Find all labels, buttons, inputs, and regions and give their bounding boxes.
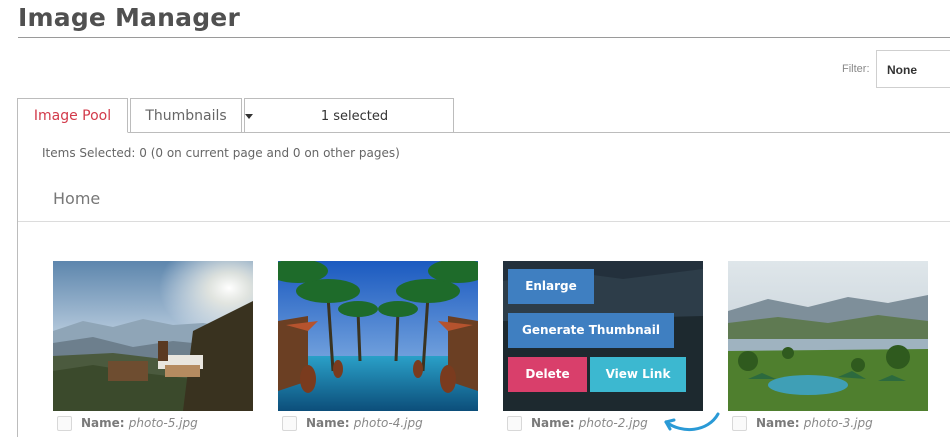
filter-value: None [887,63,917,77]
view-link-button[interactable]: View Link [590,357,686,392]
image-thumbnail[interactable]: Enlarge Generate Thumbnail Delete View L… [503,261,703,411]
image-select-checkbox[interactable] [507,416,522,431]
tab-image-pool-label: Image Pool [33,108,112,124]
image-filename: photo-2.jpg [578,416,648,430]
tab-thumbnails[interactable]: Thumbnails [130,98,242,133]
enlarge-button[interactable]: Enlarge [508,269,594,304]
generate-thumbnail-button[interactable]: Generate Thumbnail [508,313,674,348]
caret-down-icon [245,114,253,119]
filter-select[interactable]: None [876,50,950,88]
curved-arrow-icon [664,412,720,432]
image-card[interactable]: Name: photo-3.jpg [728,261,928,437]
image-filename: photo-5.jpg [128,416,198,430]
items-selected-status: Items Selected: 0 (0 on current page and… [42,146,400,160]
image-select-checkbox[interactable] [282,416,297,431]
page-title: Image Manager [18,3,240,32]
image-card[interactable]: Name: photo-5.jpg [53,261,253,437]
image-thumbnail[interactable] [53,261,253,411]
image-thumbnail[interactable] [728,261,928,411]
filter-label: Filter: [842,63,870,75]
palm-resort-photo [278,261,478,411]
image-name: Name: photo-4.jpg [306,416,423,430]
image-select-checkbox[interactable] [57,416,72,431]
tab-image-pool[interactable]: Image Pool [17,98,128,133]
selection-dropdown[interactable]: 1 selected [244,98,454,133]
mountain-terrace-photo [53,261,253,411]
image-filename: photo-4.jpg [353,416,423,430]
image-thumbnail[interactable] [278,261,478,411]
image-name: Name: photo-5.jpg [81,416,198,430]
tab-thumbnails-label: Thumbnails [145,108,227,124]
image-filename: photo-3.jpg [803,416,873,430]
tab-panel-left-border [17,132,18,437]
title-divider [18,37,950,38]
image-card[interactable]: Name: photo-4.jpg [278,261,478,437]
lake-hills-photo [728,261,928,411]
delete-button[interactable]: Delete [508,357,587,392]
tab-panel-border [128,132,950,133]
breadcrumb-divider [18,221,950,222]
selection-dropdown-value: 1 selected [320,109,389,124]
breadcrumb-home[interactable]: Home [53,189,100,208]
image-select-checkbox[interactable] [732,416,747,431]
image-name: Name: photo-2.jpg [531,416,648,430]
image-name: Name: photo-3.jpg [756,416,873,430]
